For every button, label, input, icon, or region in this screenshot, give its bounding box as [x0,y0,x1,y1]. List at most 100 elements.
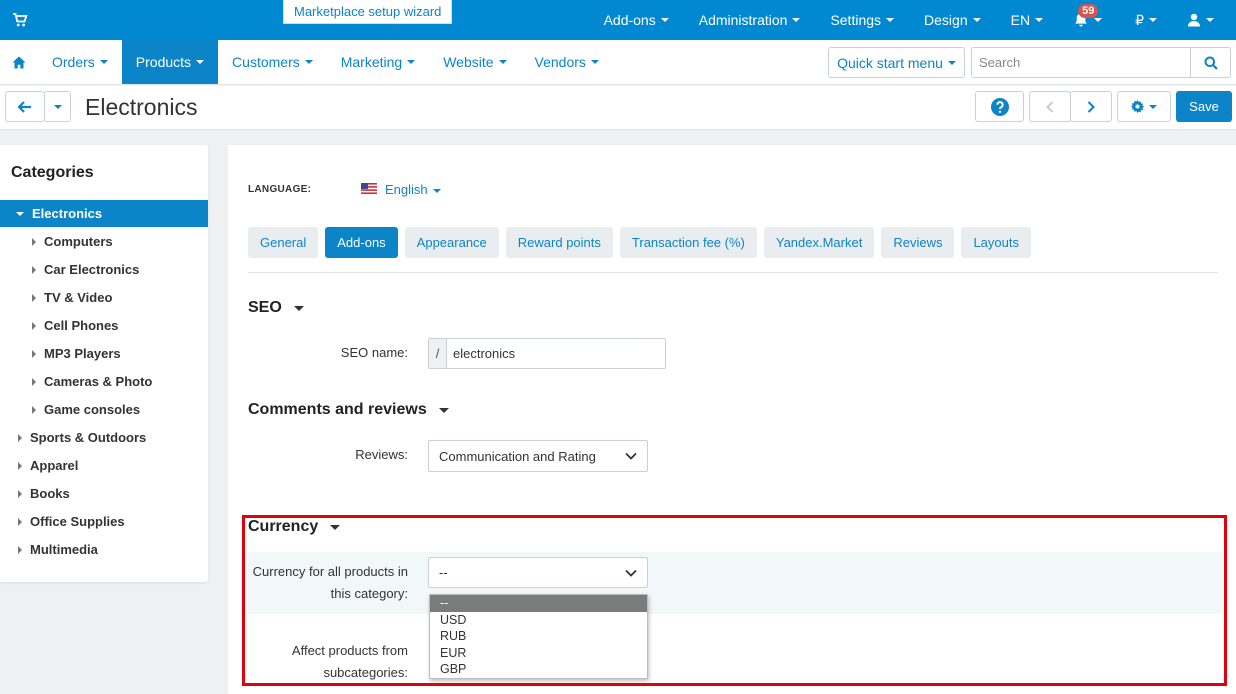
sidebar-item-computers[interactable]: Computers [0,228,208,255]
menu-label: Design [924,12,968,28]
previous-button[interactable] [1029,91,1071,122]
nav-vendors[interactable]: Vendors [521,40,613,84]
collapsed-arrow-icon [18,461,22,470]
menu-administration[interactable]: Administration [684,0,816,40]
help-button[interactable] [975,91,1024,122]
section-heading: Comments and reviews [248,401,427,418]
language-label: LANGUAGE: [248,184,312,195]
tab-reward-points[interactable]: Reward points [505,227,613,258]
collapsed-arrow-icon [32,293,36,302]
caret-down-icon [1149,18,1157,22]
collapsed-arrow-icon [32,405,36,414]
sidebar-item-label: Office Supplies [30,514,125,529]
sidebar-item-electronics[interactable]: Electronics [0,200,208,227]
us-flag-icon [361,183,377,194]
quick-start-label: Quick start menu [837,54,943,71]
back-button[interactable] [5,91,45,122]
nav-label: Products [135,54,192,70]
tab-reviews[interactable]: Reviews [881,227,955,258]
sidebar-item-car-electronics[interactable]: Car Electronics [0,256,208,283]
sidebar-item-label: Game consoles [44,402,141,417]
menu-language[interactable]: EN [996,0,1058,40]
nav-label: Vendors [534,54,586,70]
sidebar-item-game-consoles[interactable]: Game consoles [0,396,208,423]
search-input[interactable] [972,48,1190,77]
nav-website[interactable]: Website [429,40,520,84]
sidebar-item-label: TV & Video [44,290,113,305]
caret-down-icon [407,60,416,64]
caret-down-icon [1035,18,1044,22]
sidebar-item-label: Cameras & Photo [44,374,153,389]
reviews-select-value: Communication and Rating [439,448,596,464]
sidebar-item-label: Multimedia [30,542,98,557]
comments-section-toggle[interactable]: Comments and reviews [248,401,449,419]
nav-products[interactable]: Products [121,40,219,84]
tab-transaction-fee[interactable]: Transaction fee (%) [619,227,757,258]
caret-down-icon [293,305,304,311]
menu-label: Administration [698,12,788,28]
tab-yandex-market[interactable]: Yandex.Market [763,227,875,258]
seo-name-field: / [428,338,666,369]
collapsed-arrow-icon [18,489,22,498]
sidebar-item-label: Cell Phones [44,318,119,333]
sidebar-item-apparel[interactable]: Apparel [0,452,208,479]
nav-orders[interactable]: Orders [38,40,122,84]
tab-layouts[interactable]: Layouts [961,227,1031,258]
nav-label: Marketing [340,54,403,70]
arrow-left-icon [18,100,31,113]
menu-add-ons[interactable]: Add-ons [589,0,684,40]
save-button[interactable]: Save [1176,91,1232,122]
menu-label: Add-ons [603,12,656,28]
sidebar-item-tv-video[interactable]: TV & Video [0,284,208,311]
sidebar-item-label: Car Electronics [44,262,140,277]
currency-menu[interactable]: ₽ [1120,0,1172,40]
marketplace-setup-wizard-link[interactable]: Marketplace setup wizard [283,0,453,24]
home-link[interactable] [0,40,38,84]
nav-customers[interactable]: Customers [218,40,327,84]
search-button[interactable] [1190,48,1230,77]
sidebar-item-label: Electronics [32,206,103,221]
collapsed-arrow-icon [18,433,22,442]
cart-icon[interactable] [12,12,28,28]
caret-down-icon [1206,18,1214,22]
back-dropdown-button[interactable] [44,91,71,122]
tab-general[interactable]: General [248,227,319,258]
nav-marketing[interactable]: Marketing [327,40,429,84]
caret-down-icon [1094,18,1103,22]
sidebar-item-books[interactable]: Books [0,480,208,507]
chevron-right-icon [1087,100,1095,113]
notifications-menu[interactable]: 59 [1058,0,1120,40]
search-box [971,47,1231,78]
chevron-left-icon [1046,100,1054,113]
question-icon [990,97,1009,116]
collapsed-arrow-icon [18,517,22,526]
sidebar-item-cell-phones[interactable]: Cell Phones [0,312,208,339]
reviews-select[interactable]: Communication and Rating [428,440,648,472]
next-button[interactable] [1070,91,1112,122]
sidebar-item-multimedia[interactable]: Multimedia [0,536,208,563]
section-heading: SEO [248,299,282,316]
nav-label: Orders [52,54,95,70]
main-nav-bar: Orders Products Customers Marketing Webs… [0,40,1236,85]
settings-menu-button[interactable] [1117,91,1171,122]
menu-settings[interactable]: Settings [815,0,909,40]
language-selector[interactable]: English [385,182,441,197]
sidebar-item-sports-outdoors[interactable]: Sports & Outdoors [0,424,208,451]
user-menu[interactable] [1172,0,1236,40]
sidebar-heading: Categories [11,164,94,181]
reviews-label: Reviews: [355,447,408,462]
collapsed-arrow-icon [32,265,36,274]
seo-name-input[interactable] [447,339,647,368]
sidebar-item-mp3-players[interactable]: MP3 Players [0,340,208,367]
main-content: LANGUAGE: English General Add-ons Appear… [228,145,1236,694]
sidebar-item-label: Apparel [30,458,79,473]
seo-section-toggle[interactable]: SEO [248,299,304,317]
tab-add-ons[interactable]: Add-ons [325,227,398,258]
sidebar-item-cameras-photo[interactable]: Cameras & Photo [0,368,208,395]
tab-appearance[interactable]: Appearance [404,227,499,258]
menu-design[interactable]: Design [909,0,996,40]
collapsed-arrow-icon [32,237,36,246]
home-icon [12,56,26,68]
sidebar-item-office-supplies[interactable]: Office Supplies [0,508,208,535]
quick-start-menu-button[interactable]: Quick start menu [828,47,965,78]
